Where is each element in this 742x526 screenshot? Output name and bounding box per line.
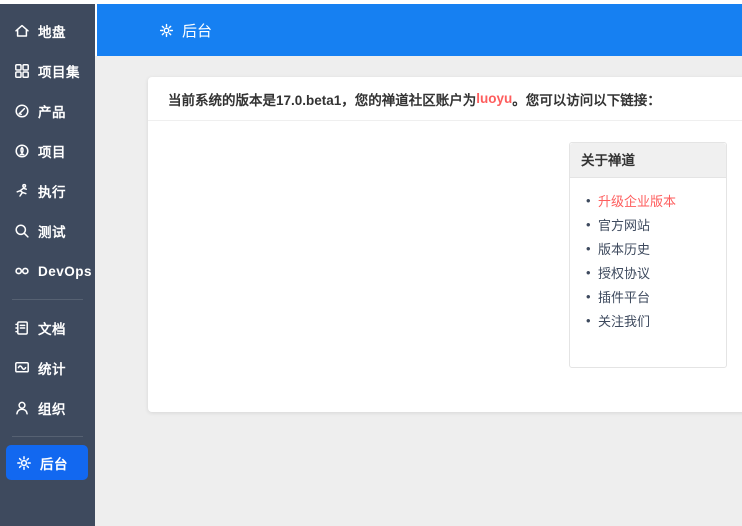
sidebar-item-organization[interactable]: 组织	[0, 388, 95, 428]
about-link-list: • 升级企业版本 • 官方网站 • 版本历史 • 授权协议 • 插件平台 • 关…	[570, 178, 726, 332]
official-site-link[interactable]: 官方网站	[598, 215, 650, 234]
sidebar-item-product[interactable]: 产品	[0, 91, 95, 131]
bullet-icon: •	[586, 240, 591, 256]
version-notice-suffix: 。您可以访问以下链接：	[512, 92, 661, 108]
version-notice-prefix: 当前系统的版本是17.0.beta1，您的禅道社区账户为	[168, 92, 477, 108]
sidebar-item-program[interactable]: 项目集	[0, 51, 95, 91]
gear-icon	[158, 22, 175, 39]
devops-infinity-icon	[13, 262, 31, 280]
bullet-icon: •	[586, 312, 591, 328]
sidebar-item-project[interactable]: 项目	[0, 131, 95, 171]
topbar: 后台	[97, 4, 742, 56]
topbar-title: 后台	[182, 22, 213, 40]
project-icon	[13, 142, 31, 160]
sidebar-item-dashboard[interactable]: 地盘	[0, 11, 95, 51]
stats-monitor-icon	[13, 359, 31, 377]
list-item: • 关注我们	[570, 308, 726, 332]
upgrade-enterprise-link[interactable]: 升级企业版本	[598, 191, 676, 210]
organization-person-icon	[13, 399, 31, 417]
list-item: • 插件平台	[570, 284, 726, 308]
product-icon	[13, 102, 31, 120]
sidebar-item-admin[interactable]: 后台	[6, 445, 88, 480]
gear-icon	[15, 454, 33, 472]
sidebar-item-execution[interactable]: 执行	[0, 171, 95, 211]
sidebar-item-label: 执行	[38, 185, 66, 200]
license-link[interactable]: 授权协议	[598, 263, 650, 282]
sidebar-item-devops[interactable]: DevOps	[0, 251, 95, 291]
sidebar-item-doc[interactable]: 文档	[0, 308, 95, 348]
sidebar-item-label: 统计	[38, 362, 66, 377]
sidebar-item-label: 产品	[38, 105, 66, 120]
execution-runner-icon	[13, 182, 31, 200]
document-icon	[13, 319, 31, 337]
list-item: • 官方网站	[570, 212, 726, 236]
main-card: 当前系统的版本是17.0.beta1，您的禅道社区账户为 luoyu 。您可以访问以…	[148, 77, 742, 412]
about-panel: 关于禅道 • 升级企业版本 • 官方网站 • 版本历史 • 授权协议 • 插件平…	[569, 142, 727, 368]
follow-us-link[interactable]: 关注我们	[598, 311, 650, 330]
community-account: luoyu	[476, 91, 513, 106]
list-item: • 升级企业版本	[570, 188, 726, 212]
home-icon	[13, 22, 31, 40]
about-panel-title: 关于禅道	[570, 143, 726, 178]
sidebar-item-label: 后台	[40, 456, 68, 472]
sidebar-divider	[12, 436, 83, 437]
bullet-icon: •	[586, 264, 591, 280]
grid-icon	[13, 62, 31, 80]
sidebar-item-label: 测试	[38, 225, 66, 240]
sidebar-item-label: 地盘	[38, 25, 66, 40]
sidebar-item-label: DevOps	[38, 263, 93, 279]
bullet-icon: •	[586, 192, 591, 208]
sidebar: 地盘 项目集 产品 项目 执行 测试 DevOps 文档 统计 组织 后台	[0, 4, 95, 526]
bullet-icon: •	[586, 288, 591, 304]
content-area: 当前系统的版本是17.0.beta1，您的禅道社区账户为 luoyu 。您可以访问以…	[95, 56, 742, 526]
list-item: • 版本历史	[570, 236, 726, 260]
page: 地盘 项目集 产品 项目 执行 测试 DevOps 文档 统计 组织 后台 后台…	[0, 0, 742, 526]
list-item: • 授权协议	[570, 260, 726, 284]
plugin-platform-link[interactable]: 插件平台	[598, 287, 650, 306]
sidebar-item-label: 项目	[38, 145, 66, 160]
version-notice: 当前系统的版本是17.0.beta1，您的禅道社区账户为 luoyu 。您可以访问以…	[148, 77, 742, 121]
sidebar-item-test[interactable]: 测试	[0, 211, 95, 251]
sidebar-divider	[12, 299, 83, 300]
sidebar-item-label: 文档	[38, 322, 66, 337]
sidebar-item-label: 项目集	[38, 65, 80, 80]
test-magnifier-icon	[13, 222, 31, 240]
sidebar-item-label: 组织	[38, 402, 66, 417]
version-history-link[interactable]: 版本历史	[598, 239, 650, 258]
bullet-icon: •	[586, 216, 591, 232]
sidebar-item-stats[interactable]: 统计	[0, 348, 95, 388]
